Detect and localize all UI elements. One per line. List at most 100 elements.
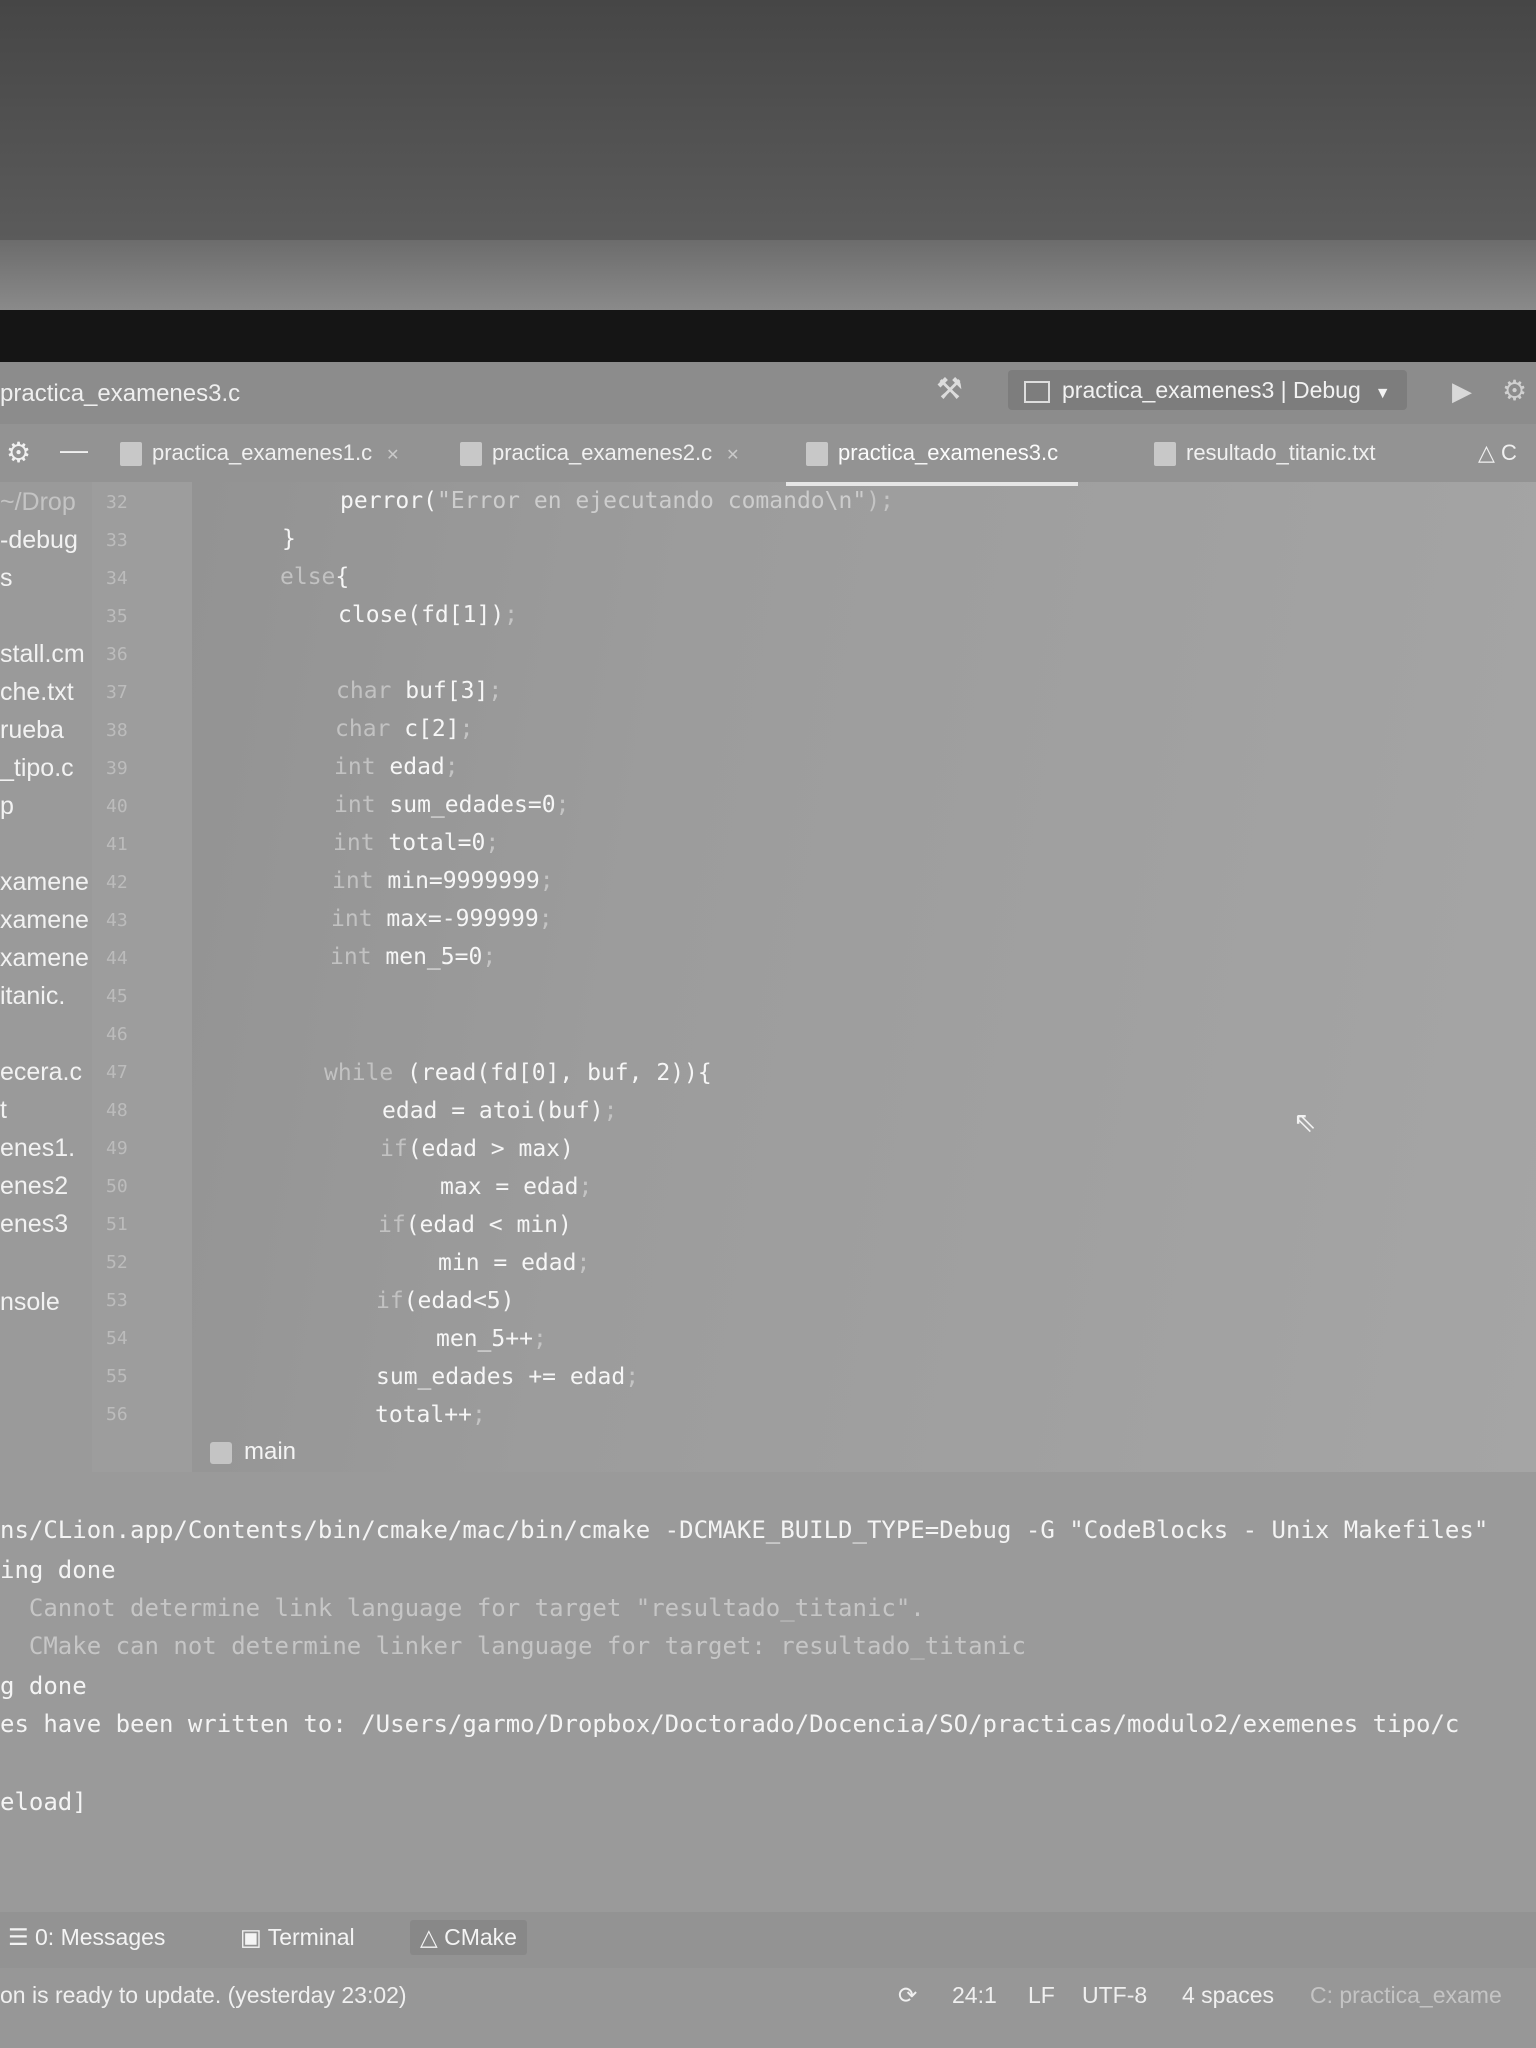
line-separator[interactable]: LF [1028, 1982, 1055, 2009]
code-text: (edad < min) [405, 1212, 572, 1238]
tab-practica-examenes1[interactable]: practica_examenes1.c ✕ [120, 424, 400, 482]
sync-icon[interactable]: ⟳ [898, 1982, 917, 2009]
window-title: practica_examenes3.c [0, 380, 241, 407]
keyword: if [378, 1212, 406, 1238]
cmake-tool-button[interactable]: △ CMake [410, 1920, 527, 1955]
messages-tool-button[interactable]: ☰ 0: Messages [8, 1924, 165, 1951]
tab-practica-examenes2[interactable]: practica_examenes2.c ✕ [460, 424, 740, 482]
tab-practica-examenes3[interactable]: practica_examenes3.c [786, 424, 1079, 486]
chevron-down-icon: ▼ [1374, 385, 1391, 402]
semicolon: ; [625, 1364, 640, 1390]
code-text: min=9999999 [373, 868, 540, 894]
console-line: es have been written to: /Users/garmo/Dr… [0, 1710, 1460, 1738]
semicolon: ; [555, 792, 570, 818]
ide-window: practica_examenes3.c ⚒ practica_examenes… [0, 362, 1536, 2048]
breadcrumb[interactable]: main [210, 1438, 296, 1466]
close-icon[interactable]: ✕ [386, 447, 399, 464]
tree-item[interactable]: enes3 [0, 1210, 92, 1239]
collapse-icon[interactable]: — [60, 434, 88, 466]
monitor-bezel [0, 240, 1536, 310]
code-line-35: close(fd[1]); [338, 602, 518, 628]
code-line-38: char c[2]; [335, 716, 474, 742]
tree-item[interactable]: enes2 [0, 1172, 92, 1201]
debug-gear-icon[interactable]: ⚙ [1502, 374, 1527, 407]
tab-cmake[interactable]: △ C [1478, 424, 1517, 482]
messages-label: 0: Messages [35, 1924, 166, 1950]
tree-item[interactable]: ecera.c [0, 1058, 92, 1087]
tree-item[interactable]: rueba [0, 716, 92, 745]
tree-item[interactable]: itanic. [0, 982, 92, 1011]
indent-setting[interactable]: 4 spaces [1182, 1982, 1274, 2009]
line-number: 37 [106, 682, 128, 703]
tree-item[interactable]: s [0, 564, 92, 593]
reload-link[interactable]: eload] [0, 1788, 87, 1816]
code-line-54: men_5++; [436, 1326, 547, 1352]
code-text: total++ [375, 1402, 472, 1428]
tree-item[interactable]: enes1. [0, 1134, 92, 1163]
semicolon: ; [444, 754, 459, 780]
line-number: 43 [106, 910, 128, 931]
tree-item[interactable]: ~/Drop [0, 488, 92, 517]
line-number: 34 [106, 568, 128, 589]
tree-item[interactable]: xamene [0, 906, 92, 935]
run-config-label: practica_examenes3 | Debug [1062, 377, 1361, 403]
status-bar: on is ready to update. (yesterday 23:02)… [0, 1968, 1536, 2048]
code-text: max = edad [440, 1174, 579, 1200]
file-encoding[interactable]: UTF-8 [1082, 1982, 1147, 2009]
tree-item[interactable]: p [0, 792, 92, 821]
code-line-50: max = edad; [440, 1174, 592, 1200]
build-hammer-icon[interactable]: ⚒ [936, 372, 963, 407]
semicolon: ; [539, 868, 554, 894]
string-literal: "Error en ejecutando comando\n" [436, 488, 867, 514]
breadcrumb-label: main [244, 1438, 297, 1465]
tree-item[interactable]: nsole [0, 1288, 92, 1317]
function-icon [210, 1441, 232, 1464]
close-icon[interactable]: ✕ [726, 447, 739, 464]
line-number: 53 [106, 1290, 128, 1311]
keyword: char [335, 716, 391, 742]
tree-item[interactable]: t [0, 1096, 92, 1125]
code-text: buf[3] [391, 678, 489, 704]
tool-window-bar: ☰ 0: Messages ▣ Terminal △ CMake [0, 1912, 1536, 1968]
tab-label: practica_examenes2.c [492, 440, 713, 465]
code-line-43: int max=-999999; [331, 906, 553, 932]
line-number: 54 [106, 1328, 128, 1349]
code-line-52: min = edad; [438, 1250, 590, 1276]
run-icon[interactable]: ▶ [1452, 376, 1472, 407]
code-text: min = edad [438, 1250, 577, 1276]
title-bar: practica_examenes3.c ⚒ practica_examenes… [0, 362, 1536, 424]
tree-item[interactable]: -debug [0, 526, 92, 555]
keyword: int [331, 906, 373, 932]
keyword: if [376, 1288, 404, 1314]
tree-item[interactable]: che.txt [0, 678, 92, 707]
tree-item[interactable]: stall.cm [0, 640, 92, 669]
console-line: g done [0, 1672, 87, 1700]
cmake-output-panel[interactable]: ns/CLion.app/Contents/bin/cmake/mac/bin/… [0, 1472, 1536, 1912]
code-line-49: if(edad > max) [380, 1136, 574, 1162]
config-icon [1024, 380, 1050, 403]
code-line-55: sum_edades += edad; [376, 1364, 639, 1390]
caret-position[interactable]: 24:1 [952, 1982, 997, 2009]
tree-item[interactable]: xamene [0, 944, 92, 973]
tab-label: practica_examenes1.c [152, 440, 373, 465]
status-message[interactable]: on is ready to update. (yesterday 23:02) [0, 1982, 407, 2009]
semicolon: ; [504, 602, 519, 628]
code-text: (edad > max) [407, 1136, 574, 1162]
tab-resultado-titanic[interactable]: resultado_titanic.txt [1154, 424, 1376, 482]
settings-gear-icon[interactable]: ⚙ [6, 436, 31, 469]
code-text: c[2] [390, 716, 460, 742]
keyword: int [330, 944, 372, 970]
tab-label: C [1501, 440, 1517, 465]
terminal-tool-button[interactable]: ▣ Terminal [240, 1924, 355, 1951]
code-line-42: int min=9999999; [332, 868, 554, 894]
semicolon: ; [603, 1098, 618, 1124]
tree-item[interactable]: xamene [0, 868, 92, 897]
cmake-icon: △ [1478, 440, 1502, 465]
cmake-label: CMake [444, 1924, 517, 1950]
resolve-context[interactable]: C: practica_exame [1310, 1982, 1502, 2009]
code-line-47: while (read(fd[0], buf, 2)){ [324, 1060, 712, 1086]
line-number: 46 [106, 1024, 128, 1045]
tree-item[interactable]: _tipo.c [0, 754, 92, 783]
run-configuration-selector[interactable]: practica_examenes3 | Debug ▼ [1008, 370, 1407, 410]
keyword: int [333, 830, 375, 856]
